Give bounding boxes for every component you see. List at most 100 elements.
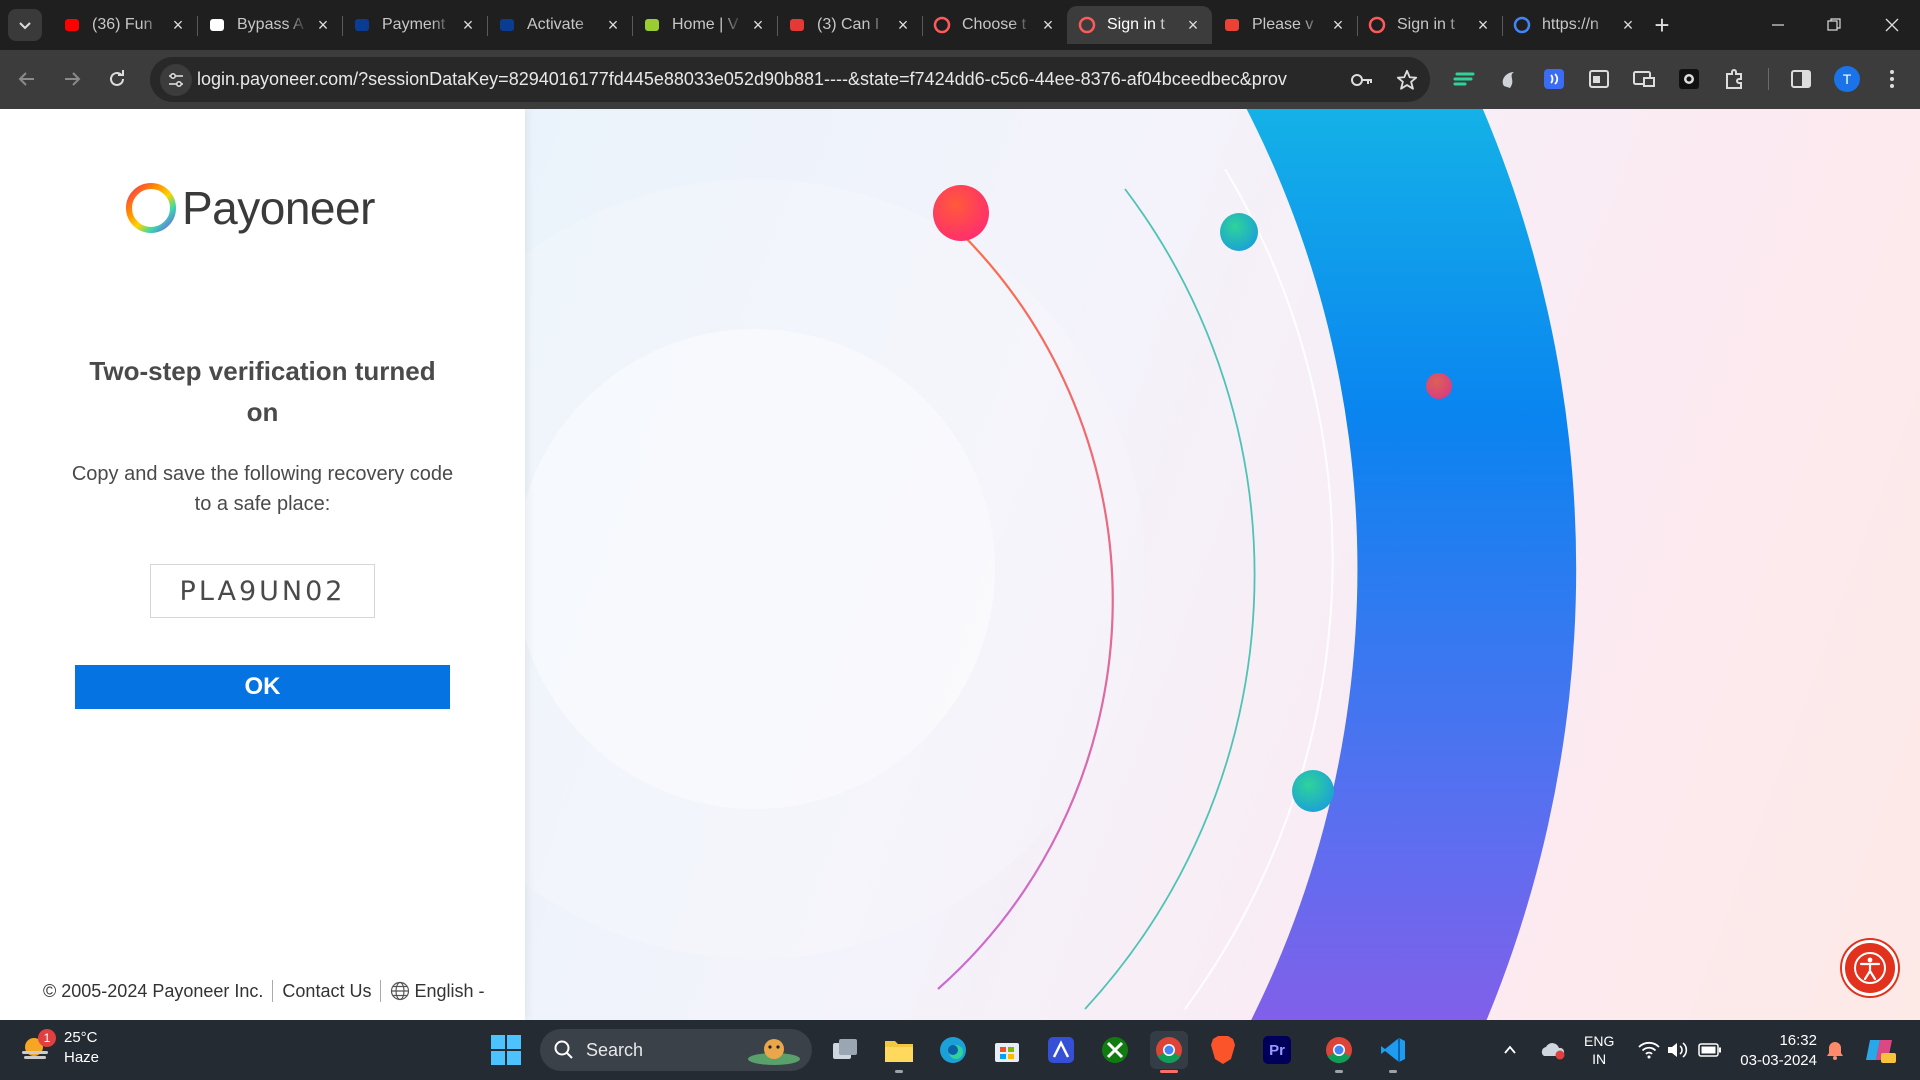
- extensions-menu-button[interactable]: [1721, 66, 1747, 92]
- puzzle-icon: [1726, 69, 1742, 89]
- browser-tab[interactable]: (36) Fun ×: [52, 6, 197, 44]
- side-panel-button[interactable]: [1788, 66, 1814, 92]
- close-window-button[interactable]: [1870, 0, 1914, 50]
- taskbar-app-vscode[interactable]: [1374, 1031, 1412, 1073]
- tab-strip: (36) Fun × Bypass A × Payment × Activate × Home …: [52, 6, 1647, 44]
- taskbar-search-box[interactable]: Search: [540, 1029, 812, 1071]
- store-icon: [995, 1043, 1019, 1062]
- close-tab-icon[interactable]: ×: [1474, 16, 1492, 34]
- browser-tab[interactable]: Bypass A ×: [197, 6, 342, 44]
- taskbar-app-store[interactable]: [988, 1031, 1026, 1069]
- back-button[interactable]: [10, 62, 44, 96]
- close-tab-icon[interactable]: ×: [749, 16, 767, 34]
- close-tab-icon[interactable]: ×: [1619, 16, 1637, 34]
- network-button[interactable]: [1638, 1020, 1660, 1080]
- extension-button[interactable]: [1586, 66, 1612, 92]
- taskbar-app-premiere[interactable]: Pr: [1258, 1031, 1296, 1069]
- forward-button[interactable]: [55, 62, 89, 96]
- extension-button[interactable]: [1451, 66, 1477, 92]
- browser-tab[interactable]: Choose t ×: [922, 6, 1067, 44]
- browser-tab[interactable]: Please v ×: [1212, 6, 1357, 44]
- close-tab-icon[interactable]: ×: [604, 16, 622, 34]
- close-tab-icon[interactable]: ×: [1039, 16, 1057, 34]
- taskbar-app-xbox[interactable]: [1096, 1031, 1134, 1069]
- extension-stripes-icon: [1453, 72, 1475, 86]
- system-clock[interactable]: 16:32 03-03-2024: [1735, 1031, 1817, 1071]
- browser-tab[interactable]: (3) Can I ×: [777, 6, 922, 44]
- onedrive-status-button[interactable]: [1540, 1020, 1566, 1080]
- instruction-text: Copy and save the following recovery cod…: [71, 463, 454, 515]
- gmail-icon: [1222, 15, 1242, 35]
- volume-button[interactable]: [1666, 1020, 1688, 1080]
- taskbar-app-brave[interactable]: [1204, 1031, 1242, 1069]
- large-blue-arc: [1246, 109, 1577, 1020]
- kebab-menu-icon: [1890, 70, 1894, 88]
- profile-button[interactable]: T: [1834, 66, 1860, 92]
- contact-us-link[interactable]: Contact Us: [282, 981, 371, 1002]
- battery-icon: [1698, 1043, 1721, 1057]
- copyright-text: © 2005-2024 Payoneer Inc.: [43, 980, 264, 1001]
- new-tab-button[interactable]: +: [1648, 12, 1676, 38]
- browser-tab[interactable]: Activate ×: [487, 6, 632, 44]
- blue-extension-icon: [1544, 69, 1564, 89]
- battery-button[interactable]: [1698, 1020, 1722, 1080]
- site-info-button[interactable]: [160, 64, 192, 96]
- close-tab-icon[interactable]: ×: [314, 16, 332, 34]
- address-bar[interactable]: login.payoneer.com/?sessionDataKey=82940…: [150, 57, 1430, 102]
- close-tab-icon[interactable]: ×: [1184, 16, 1202, 34]
- bookmark-button[interactable]: [1395, 68, 1419, 92]
- task-view-icon: [833, 1039, 857, 1059]
- taskbar-app-edge[interactable]: [934, 1031, 972, 1069]
- tab-search-button[interactable]: [8, 9, 42, 41]
- extension-button[interactable]: [1541, 66, 1567, 92]
- browser-tab[interactable]: Sign in t ×: [1067, 6, 1212, 44]
- task-view-button[interactable]: [826, 1031, 864, 1069]
- google-icon: [1512, 15, 1532, 35]
- show-hidden-icons-button[interactable]: [1502, 1020, 1518, 1080]
- url-text[interactable]: login.payoneer.com/?sessionDataKey=82940…: [197, 69, 1287, 90]
- weather-widget[interactable]: 1 25°C Haze: [20, 1028, 99, 1068]
- input-language-button[interactable]: ENG IN: [1584, 1020, 1614, 1080]
- notifications-button[interactable]: [1826, 1020, 1844, 1080]
- extension-button[interactable]: [1631, 66, 1657, 92]
- language-selector[interactable]: English -: [390, 981, 485, 1002]
- minimize-button[interactable]: [1756, 0, 1800, 50]
- login-panel: Payoneer Two-step verification turned on…: [0, 109, 525, 1020]
- taskbar-app-chrome[interactable]: [1150, 1031, 1188, 1073]
- extension-button[interactable]: [1676, 66, 1702, 92]
- browser-menu-button[interactable]: [1879, 66, 1905, 92]
- reload-button[interactable]: [100, 62, 134, 96]
- taskbar-app-file-explorer[interactable]: [880, 1031, 918, 1073]
- orbit-illustration: [365, 109, 1577, 1020]
- browser-tab[interactable]: Payment ×: [342, 6, 487, 44]
- copilot-button[interactable]: [1864, 1020, 1896, 1080]
- side-panel-icon: [1791, 70, 1811, 88]
- footer-divider: [272, 980, 274, 1002]
- accessibility-button[interactable]: [1842, 940, 1898, 996]
- close-tab-icon[interactable]: ×: [169, 16, 187, 34]
- close-tab-icon[interactable]: ×: [894, 16, 912, 34]
- taskbar-app-chrome-profile[interactable]: [1320, 1031, 1358, 1073]
- ok-button[interactable]: OK: [75, 665, 450, 709]
- windows-start-icon[interactable]: [490, 1034, 522, 1066]
- restore-button[interactable]: [1812, 0, 1856, 50]
- browser-tab[interactable]: https://n ×: [1502, 6, 1647, 44]
- recovery-code[interactable]: PLA9UN02: [150, 564, 375, 618]
- accessibility-icon: [1854, 952, 1886, 984]
- browser-tab-bar: (36) Fun × Bypass A × Payment × Activate × Home …: [0, 0, 1920, 50]
- payoneer-ring-icon: [1077, 15, 1097, 35]
- extension-button[interactable]: [1496, 66, 1522, 92]
- taskbar-app-editor[interactable]: [1042, 1031, 1080, 1069]
- tab-title: Please v: [1252, 16, 1314, 33]
- brand-icon: [642, 15, 662, 35]
- region-code: IN: [1592, 1051, 1607, 1067]
- speaker-icon: [1668, 1042, 1688, 1058]
- close-tab-icon[interactable]: ×: [1329, 16, 1347, 34]
- search-icon: [554, 1040, 573, 1059]
- browser-tab[interactable]: Home | V ×: [632, 6, 777, 44]
- browser-tab[interactable]: Sign in t ×: [1357, 6, 1502, 44]
- orbit-ball: [1426, 373, 1452, 399]
- password-key-button[interactable]: [1350, 68, 1374, 92]
- close-tab-icon[interactable]: ×: [459, 16, 477, 34]
- weather-icon: 1: [20, 1029, 56, 1065]
